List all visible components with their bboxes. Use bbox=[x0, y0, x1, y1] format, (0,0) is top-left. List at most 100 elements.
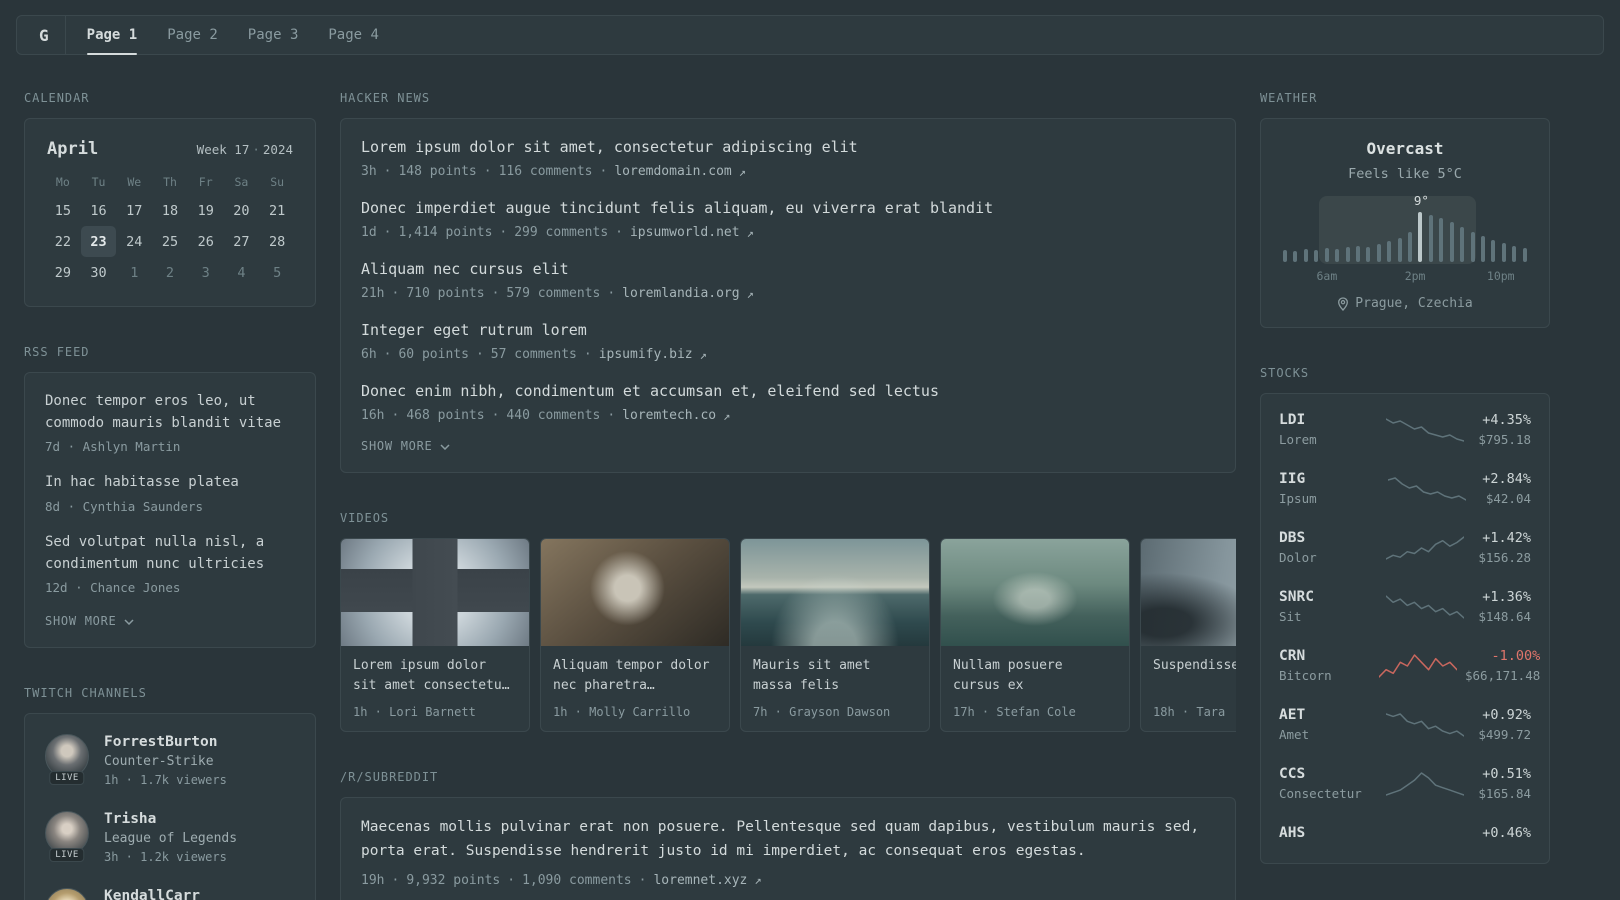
weather-widget-title: WEATHER bbox=[1260, 91, 1318, 105]
hackernews-item-title[interactable]: Lorem ipsum dolor sit amet, consectetur … bbox=[361, 138, 858, 156]
stock-symbol[interactable]: CRN bbox=[1279, 648, 1371, 664]
stock-symbol[interactable]: AET bbox=[1279, 707, 1371, 723]
stock-symbol[interactable]: SNRC bbox=[1279, 589, 1371, 605]
item-comments-link[interactable]: 579 comments bbox=[506, 286, 600, 301]
item-domain-link[interactable]: loremtech.co bbox=[622, 408, 716, 423]
twitch-channel[interactable]: LIVE ForrestBurton Counter-Strike 1h · 1… bbox=[45, 732, 295, 799]
calendar-day: 16 bbox=[90, 202, 107, 219]
item-domain-link[interactable]: loremnet.xyz bbox=[653, 873, 747, 888]
video-card[interactable]: Nullam posuere cursus ex 17h · Stefan Co… bbox=[940, 538, 1130, 732]
item-comments-link[interactable]: 1,090 comments bbox=[522, 873, 632, 888]
video-thumbnail[interactable] bbox=[341, 539, 529, 646]
hackernews-item-title[interactable]: Donec enim nibh, condimentum et accumsan… bbox=[361, 382, 939, 400]
item-domain-link[interactable]: ipsumworld.net bbox=[630, 225, 740, 240]
stock-row[interactable]: DBS Dolor +1.42% $156.28 bbox=[1279, 518, 1531, 577]
item-domain-link[interactable]: ipsumify.biz bbox=[599, 347, 693, 362]
stock-row[interactable]: LDI Lorem +4.35% $795.18 bbox=[1279, 400, 1531, 459]
app-logo[interactable]: G bbox=[33, 16, 65, 54]
item-comments-link[interactable]: 116 comments bbox=[499, 164, 593, 179]
twitch-channel-name[interactable]: KendallCarr bbox=[104, 888, 200, 900]
show-more-label: SHOW MORE bbox=[361, 439, 433, 453]
calendar-widget-title: CALENDAR bbox=[24, 91, 90, 105]
subreddit-post-title[interactable]: Maecenas mollis pulvinar erat non posuer… bbox=[361, 819, 1199, 859]
video-thumbnail[interactable] bbox=[941, 539, 1129, 646]
hackernews-item-meta: 16h · 468 points · 440 comments · loremtech.co… bbox=[361, 408, 1215, 423]
stock-symbol[interactable]: CCS bbox=[1279, 766, 1371, 782]
video-title[interactable]: Aliquam tempor dolor nec pharetra… bbox=[553, 656, 717, 696]
video-card[interactable]: Suspendisse diam 18h · Tara bbox=[1140, 538, 1236, 732]
video-meta: 1h · Molly Carrillo bbox=[553, 705, 691, 719]
twitch-channel[interactable]: LIVE KendallCarr bbox=[45, 876, 295, 900]
rss-card: Donec tempor eros leo, ut commodo mauris… bbox=[24, 372, 316, 649]
chevron-down-icon bbox=[439, 443, 450, 450]
stock-row[interactable]: AET Amet +0.92% $499.72 bbox=[1279, 695, 1531, 754]
rss-item-title[interactable]: In hac habitasse platea bbox=[45, 474, 239, 490]
twitch-channel-name[interactable]: ForrestBurton bbox=[104, 734, 227, 750]
stock-symbol[interactable]: AHS bbox=[1279, 825, 1371, 841]
stock-row[interactable]: CCS Consectetur +0.51% $165.84 bbox=[1279, 754, 1531, 813]
rss-item-title[interactable]: Sed volutpat nulla nisl, a condimentum n… bbox=[45, 534, 264, 572]
tab-page-4[interactable]: Page 4 bbox=[313, 16, 394, 54]
stock-row[interactable]: CRN Bitcorn -1.00% $66,171.48 bbox=[1279, 636, 1540, 695]
left-column: CALENDAR April Week 17 · 2024 Mo Tu We Th … bbox=[24, 91, 316, 900]
calendar-week-year: Week 17 · 2024 bbox=[197, 142, 293, 157]
rss-widget: RSS FEED Donec tempor eros leo, ut commo… bbox=[24, 345, 316, 649]
stocks-card: LDI Lorem +4.35% $795.18 IIG Ipsum +2.84… bbox=[1260, 393, 1550, 864]
separator-dot: · bbox=[491, 286, 500, 301]
item-comments-link[interactable]: 57 comments bbox=[491, 347, 577, 362]
rss-show-more-button[interactable]: SHOW MORE bbox=[45, 614, 134, 628]
stock-symbol[interactable]: IIG bbox=[1279, 471, 1371, 487]
video-title[interactable]: Lorem ipsum dolor sit amet consectetu… bbox=[353, 656, 517, 696]
stock-row[interactable]: SNRC Sit +1.36% $148.64 bbox=[1279, 577, 1531, 636]
video-meta: 7h · Grayson Dawson bbox=[753, 705, 891, 719]
calendar-day-outside: 4 bbox=[237, 264, 246, 281]
twitch-channel-game: League of Legends bbox=[104, 831, 238, 847]
separator-dot: · bbox=[599, 164, 608, 179]
twitch-channel-name[interactable]: Trisha bbox=[104, 811, 237, 827]
video-card[interactable]: Aliquam tempor dolor nec pharetra… 1h · … bbox=[540, 538, 730, 732]
stocks-widget-title: STOCKS bbox=[1260, 366, 1310, 380]
weather-bar bbox=[1293, 251, 1298, 262]
live-badge: LIVE bbox=[49, 771, 85, 786]
video-title[interactable]: Mauris sit amet massa felis bbox=[753, 656, 917, 696]
weather-bar bbox=[1439, 218, 1444, 262]
item-points: 148 points bbox=[398, 164, 477, 179]
rss-item-title[interactable]: Donec tempor eros leo, ut commodo mauris… bbox=[45, 393, 281, 431]
stock-row[interactable]: AHS +0.46% bbox=[1279, 813, 1531, 857]
stock-symbol[interactable]: LDI bbox=[1279, 412, 1371, 428]
item-age: 19h bbox=[361, 872, 385, 888]
weather-time-labels: 6am 2pm 10pm bbox=[1279, 269, 1531, 284]
hackernews-show-more-button[interactable]: SHOW MORE bbox=[361, 439, 450, 453]
video-title[interactable]: Suspendisse diam bbox=[1153, 656, 1236, 696]
stock-symbol[interactable]: DBS bbox=[1279, 530, 1371, 546]
video-thumbnail[interactable] bbox=[1141, 539, 1236, 646]
hackernews-item-title[interactable]: Donec imperdiet augue tincidunt felis al… bbox=[361, 199, 993, 217]
video-title[interactable]: Nullam posuere cursus ex bbox=[953, 656, 1117, 696]
video-thumbnail[interactable] bbox=[541, 539, 729, 646]
separator-dot: · bbox=[383, 164, 392, 179]
stock-row[interactable]: IIG Ipsum +2.84% $42.04 bbox=[1279, 459, 1531, 518]
stock-sparkline bbox=[1379, 711, 1470, 739]
twitch-avatar-wrap: LIVE bbox=[45, 888, 89, 900]
rss-item-meta: 7d · Ashlyn Martin bbox=[45, 439, 181, 455]
item-comments-link[interactable]: 440 comments bbox=[506, 408, 600, 423]
stock-price: $148.64 bbox=[1478, 609, 1531, 624]
tab-page-2[interactable]: Page 2 bbox=[152, 16, 233, 54]
weather-bar bbox=[1470, 232, 1475, 262]
video-card[interactable]: Mauris sit amet massa felis 7h · Grayson… bbox=[740, 538, 930, 732]
calendar-day: 26 bbox=[197, 233, 214, 250]
twitch-channel[interactable]: LIVE Trisha League of Legends 3h · 1.2k … bbox=[45, 799, 295, 876]
item-domain-link[interactable]: loremdomain.com bbox=[614, 164, 731, 179]
hackernews-item-title[interactable]: Integer eget rutrum lorem bbox=[361, 321, 587, 339]
stock-change: +4.35% bbox=[1482, 412, 1531, 428]
hackernews-item-title[interactable]: Aliquam nec cursus elit bbox=[361, 260, 569, 278]
subreddit-widget-title: /R/SUBREDDIT bbox=[340, 770, 439, 784]
tab-page-1[interactable]: Page 1 bbox=[72, 16, 153, 55]
weather-bar bbox=[1376, 244, 1381, 262]
tab-page-3[interactable]: Page 3 bbox=[233, 16, 314, 54]
video-card[interactable]: Lorem ipsum dolor sit amet consectetu… 1… bbox=[340, 538, 530, 732]
item-domain-link[interactable]: loremlandia.org bbox=[622, 286, 739, 301]
weather-feels-like: Feels like 5°C bbox=[1348, 166, 1462, 182]
item-comments-link[interactable]: 299 comments bbox=[514, 225, 608, 240]
video-thumbnail[interactable] bbox=[741, 539, 929, 646]
